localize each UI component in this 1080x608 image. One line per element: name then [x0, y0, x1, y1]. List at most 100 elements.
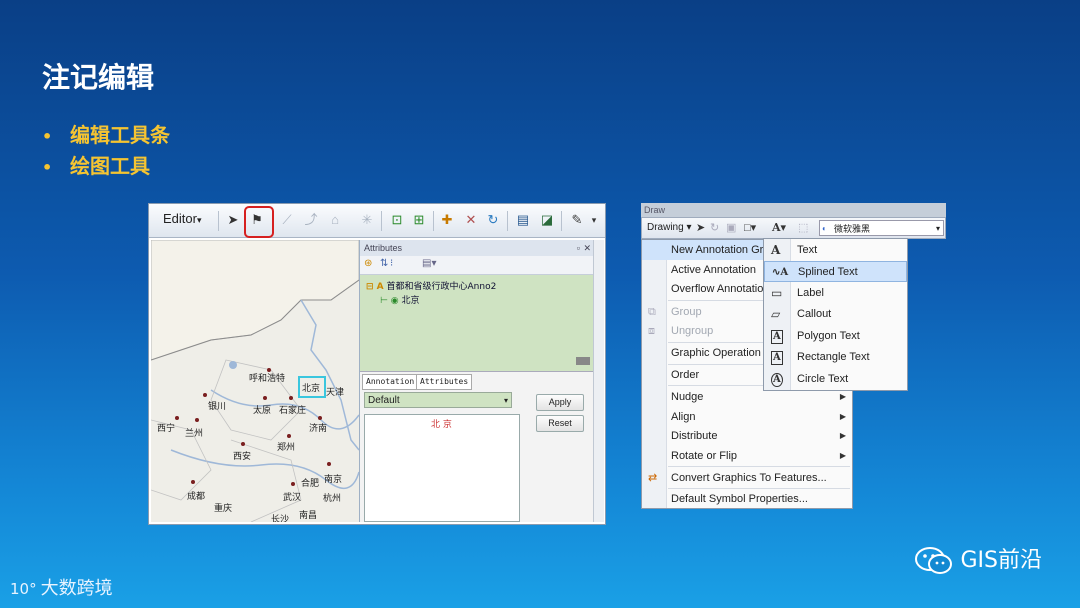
- tab-attributes[interactable]: Attributes: [416, 374, 473, 390]
- edit-vertices-icon[interactable]: ⬚: [798, 221, 808, 234]
- drawing-menu-button[interactable]: Drawing ▾: [647, 222, 692, 233]
- city-marker-icon: [191, 480, 195, 484]
- map-city-label: 银川: [208, 402, 227, 412]
- trace-icon[interactable]: ⌂: [325, 210, 345, 230]
- map-city-label: 石家庄: [279, 406, 307, 416]
- reset-button[interactable]: Reset: [536, 415, 584, 432]
- end-point-arc-icon[interactable]: ⤴: [301, 210, 321, 230]
- city-marker-icon: [175, 416, 179, 420]
- sketch-properties-icon[interactable]: ◪: [537, 210, 557, 230]
- annotation-text-value: 北 京: [431, 420, 452, 430]
- submenu-arrow-icon: ▶: [839, 412, 846, 421]
- tab-annotation[interactable]: Annotation: [362, 374, 419, 390]
- attributes-tree: ⊟ A 首都和省级行政中心Anno2 ⊢ ◉ 北京: [360, 275, 594, 353]
- annotation-text-field[interactable]: 北 京: [364, 414, 520, 522]
- city-marker-icon: [289, 396, 293, 400]
- rectangle-icon[interactable]: □▾: [744, 221, 756, 234]
- annotation-layer-icon: ⊟ A: [366, 282, 384, 292]
- splitter-handle[interactable]: [576, 357, 590, 365]
- point-icon[interactable]: ✳: [357, 210, 377, 230]
- vertical-scrollbar[interactable]: [593, 240, 604, 522]
- toolbar-separator: [381, 211, 382, 231]
- chevron-down-icon: ▾: [935, 224, 940, 233]
- attributes-window: Attributes ▫ ✕ ⊛ ⇅ ⁝ ▤▾ ⊟ A 首都和省级行政中心Ann…: [359, 240, 594, 522]
- city-marker-icon: [195, 418, 199, 422]
- submenu-item-circle-text[interactable]: A Circle Text: [764, 369, 907, 390]
- map-city-label: 济南: [309, 424, 328, 434]
- tree-layer-node[interactable]: ⊟ A 首都和省级行政中心Anno2: [366, 279, 496, 292]
- map-city-label: 郑州: [277, 443, 296, 453]
- attributes-tabs: Annotation Attributes: [360, 372, 594, 390]
- city-marker-icon: [318, 416, 322, 420]
- city-marker-icon: [327, 462, 331, 466]
- sort-options-icon[interactable]: ⁝: [390, 258, 393, 269]
- submenu-arrow-icon: ▶: [839, 431, 846, 440]
- tree-feature-node[interactable]: ⊢ ◉ 北京: [380, 293, 419, 306]
- cut-polygons-icon[interactable]: ✚: [437, 210, 457, 230]
- create-features-icon[interactable]: ✎: [567, 210, 587, 230]
- apply-button[interactable]: Apply: [536, 394, 584, 411]
- reshape-icon[interactable]: ⊞: [409, 210, 429, 230]
- ungroup-icon: ⧈: [648, 325, 655, 337]
- slide: 注记编辑 • 编辑工具条 • 绘图工具 Editor▾ ➤ ⚑ ⟋ ⤴ ⌂ ✳ ⊡ …: [0, 0, 1080, 608]
- map-city-label: 合肥: [301, 479, 320, 489]
- editor-menu-button[interactable]: Editor▾: [163, 211, 202, 231]
- map-city-label: 呼和浩特: [249, 374, 286, 384]
- attributes-toolbar: ⊛ ⇅ ⁝ ▤▾: [360, 256, 594, 275]
- zoom-whole-page-icon[interactable]: ▣: [726, 221, 736, 234]
- attributes-options-icon[interactable]: ▤▾: [422, 258, 436, 269]
- sort-icon[interactable]: ⇅: [380, 258, 388, 269]
- submenu-item-rectangle-text[interactable]: A Rectangle Text: [764, 347, 907, 368]
- submenu-item-splined-text[interactable]: ∿A Splined Text: [764, 261, 907, 282]
- bullet-dot-icon: •: [42, 158, 53, 177]
- map-view[interactable]: 呼和浩特 北京 天津 银川 太原 石家庄 西宁 兰州 济南 郑州 西安 合肥 南…: [151, 240, 359, 522]
- convert-graphics-icon: ⇄: [648, 472, 658, 484]
- map-city-label: 杭州: [323, 494, 342, 504]
- symbol-select[interactable]: Default ▾: [364, 392, 512, 408]
- font-select[interactable]: ◐ 微软雅黑 ▾: [819, 220, 944, 236]
- submenu-item-text[interactable]: A Text: [764, 240, 907, 261]
- watermark: 10° 大数跨境: [10, 574, 113, 600]
- draw-toolbar: Drawing ▾ ➤ ↻ ▣ □▾ A▾ ⬚ ◐ 微软雅黑 ▾: [641, 217, 946, 239]
- map-city-label: 天津: [326, 388, 345, 398]
- rotate-icon[interactable]: ↻: [710, 221, 719, 234]
- bullet-dot-icon: •: [42, 127, 53, 146]
- city-marker-icon: [267, 368, 271, 372]
- new-annotation-submenu: A Text ∿A Splined Text ▭ Label ▱ Callout A Po…: [763, 238, 908, 391]
- menu-item-convert-graphics[interactable]: ⇄ Convert Graphics To Features...: [642, 468, 852, 488]
- edit-vertices-icon[interactable]: ⊡: [387, 210, 407, 230]
- callout-icon: ▱: [771, 307, 781, 321]
- submenu-item-callout[interactable]: ▱ Callout: [764, 304, 907, 325]
- toolbar-separator: [507, 211, 508, 231]
- window-restore-icon[interactable]: ▫: [577, 240, 580, 256]
- new-text-icon[interactable]: A▾: [772, 221, 786, 234]
- submenu-item-label[interactable]: ▭ Label: [764, 283, 907, 304]
- city-marker-icon: [291, 482, 295, 486]
- rotate-tool-icon[interactable]: ↻: [483, 210, 503, 230]
- edit-tool-icon[interactable]: ➤: [223, 210, 243, 230]
- watermark-text: 大数跨境: [40, 578, 113, 599]
- map-city-label: 南昌: [299, 511, 318, 521]
- submenu-arrow-icon: ▶: [839, 451, 846, 460]
- font-type-icon: ◐: [822, 224, 827, 233]
- city-marker-icon: [241, 442, 245, 446]
- attributes-icon[interactable]: ▤: [513, 210, 533, 230]
- map-city-label: 长沙: [271, 515, 290, 522]
- menu-item-distribute[interactable]: Distribute ▶: [642, 426, 852, 446]
- annotation-class-icon[interactable]: ⊛: [364, 258, 372, 269]
- highlight-box: [244, 206, 274, 238]
- split-tool-icon[interactable]: ✕: [461, 210, 481, 230]
- submenu-item-polygon-text[interactable]: A Polygon Text: [764, 326, 907, 347]
- toolbar-separator: [433, 211, 434, 231]
- brand: GIS前沿: [914, 542, 1042, 576]
- attributes-divider: [360, 353, 594, 372]
- straight-segment-icon[interactable]: ⟋: [277, 210, 297, 230]
- map-city-label: 南京: [324, 475, 343, 485]
- toolbar-options-icon[interactable]: ▾: [587, 210, 601, 230]
- menu-item-rotate-or-flip[interactable]: Rotate or Flip ▶: [642, 446, 852, 466]
- close-icon[interactable]: ✕: [583, 240, 591, 256]
- menu-item-align[interactable]: Align ▶: [642, 407, 852, 427]
- select-elements-icon[interactable]: ➤: [696, 221, 705, 234]
- menu-item-default-symbol-properties[interactable]: Default Symbol Properties...: [642, 489, 852, 509]
- menu-separator: [668, 466, 850, 467]
